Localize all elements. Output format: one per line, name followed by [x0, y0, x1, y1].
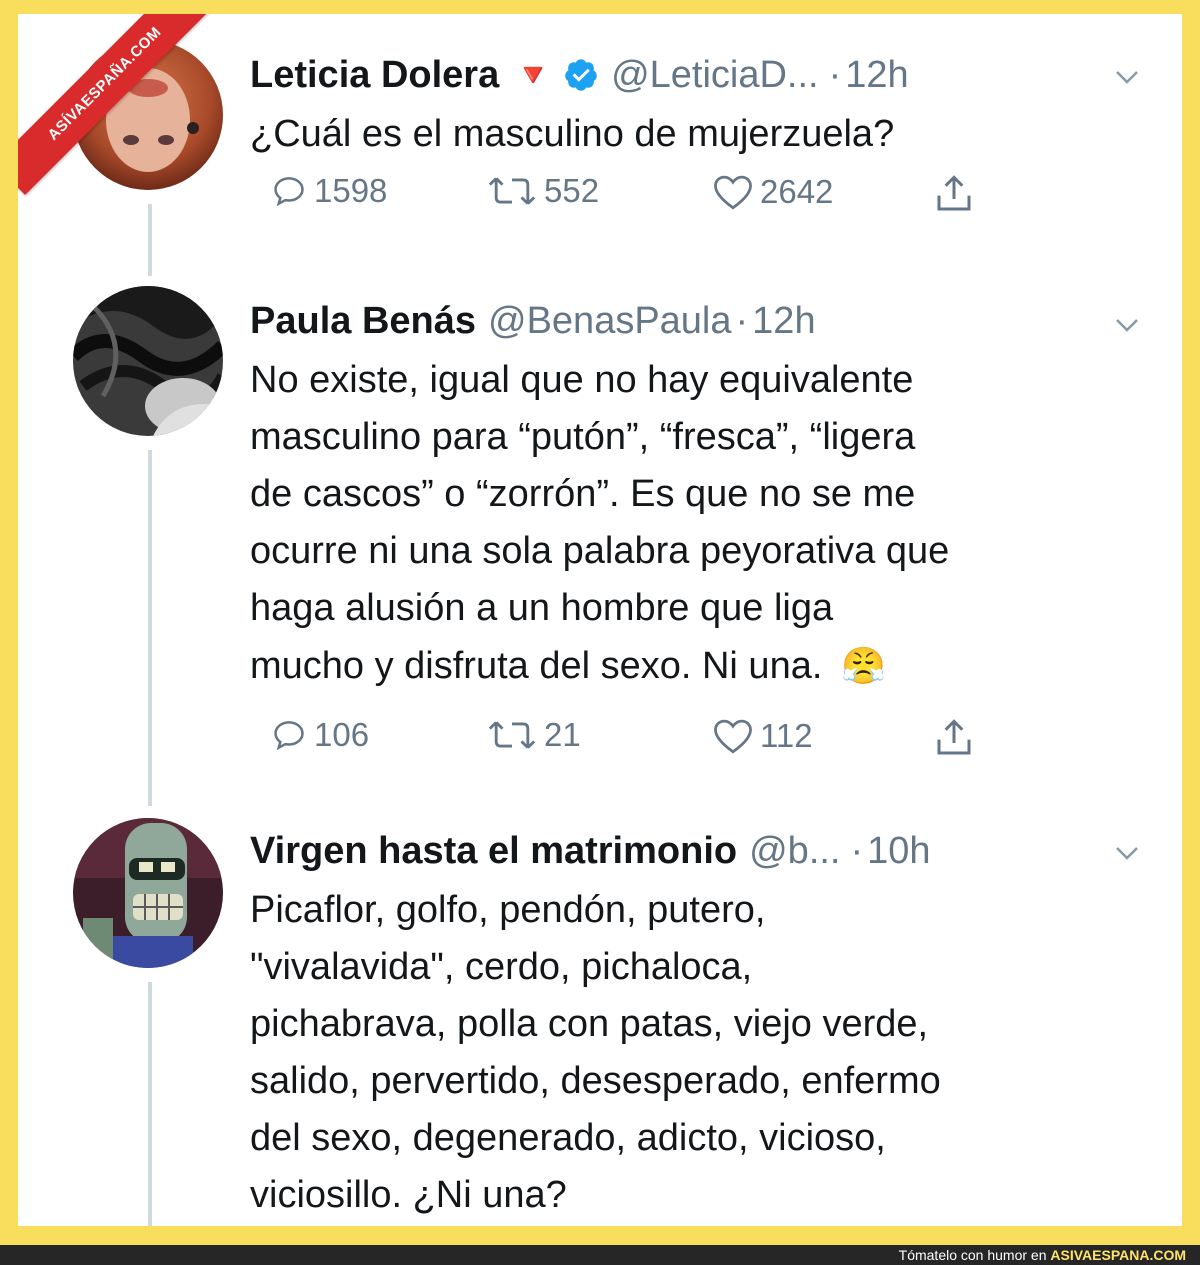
reply-count: 1598 [314, 172, 388, 209]
like-count: 112 [760, 717, 813, 754]
share-icon [937, 719, 971, 755]
like-button[interactable]: 2642 [712, 172, 833, 212]
angry-face-emoji: 😤 [840, 645, 886, 686]
retweet-count: 21 [544, 716, 581, 753]
thread-line [148, 204, 152, 276]
retweet-count: 552 [544, 172, 600, 209]
timestamp[interactable]: 10h [867, 830, 930, 873]
separator-dot: · [850, 829, 864, 872]
separator-dot: · [735, 299, 749, 342]
verified-badge-icon [565, 59, 597, 91]
footer-site-link[interactable]: ASIVAESPANA.COM [1050, 1247, 1186, 1263]
display-name[interactable]: Paula Benás [250, 300, 476, 343]
tweet-line: mucho y disfruta del sexo. Ni una. [250, 645, 823, 687]
reply-count: 106 [314, 716, 370, 753]
like-count: 2642 [760, 173, 834, 210]
red-triangle-emoji: 🔻 [513, 57, 554, 93]
tweet-thread-card: ASÍVAESPAÑA.COM Leticia Dolera 🔻 @Letici… [18, 14, 1182, 1226]
chevron-down-icon[interactable] [1112, 62, 1142, 92]
tweet-line: ocurre ni una sola palabra peyorativa qu… [250, 530, 950, 572]
avatar-image [73, 286, 223, 436]
share-icon [937, 175, 971, 211]
timestamp[interactable]: 12h [845, 54, 908, 97]
display-name[interactable]: Leticia Dolera [250, 54, 499, 97]
user-handle[interactable]: @BenasPaula [488, 300, 732, 343]
chevron-down-icon[interactable] [1112, 838, 1142, 868]
timestamp[interactable]: 12h [752, 300, 815, 343]
display-name[interactable]: Virgen hasta el matrimonio [250, 830, 737, 873]
avatar[interactable] [73, 818, 223, 968]
user-handle[interactable]: @b... [749, 830, 840, 873]
retweet-icon [488, 177, 536, 205]
separator-dot: · [828, 53, 842, 96]
avatar-image [73, 818, 223, 968]
footer-text: Tómatelo con humor en ASIVAESPANA.COM [899, 1247, 1186, 1263]
tweet-line: viciosillo. ¿Ni una? [250, 1174, 567, 1216]
heart-icon [714, 719, 752, 754]
tweet-line: masculino para “putón”, “fresca”, “liger… [250, 416, 916, 458]
tweet-text: Picaflor, golfo, pendón, putero, "vivala… [250, 882, 1142, 1224]
tweet-line: Picaflor, golfo, pendón, putero, [250, 889, 766, 931]
tweet-line: haga alusión a un hombre que liga [250, 587, 834, 629]
tweet-line: "vivalavida", cerdo, pichaloca, [250, 946, 753, 988]
footer-prefix: Tómatelo con humor en [898, 1247, 1047, 1263]
retweet-button[interactable]: 21 [486, 716, 581, 754]
reply-button[interactable]: 1598 [270, 172, 387, 210]
chevron-down-icon[interactable] [1112, 310, 1142, 340]
heart-icon [714, 175, 752, 210]
retweet-icon [488, 721, 536, 749]
tweet-header: Virgen hasta el matrimonio @b... · 10h [250, 826, 1152, 876]
tweet-actions: 1598 552 2642 [250, 172, 1010, 222]
retweet-button[interactable]: 552 [486, 172, 599, 210]
tweet-header: Paula Benás @BenasPaula · 12h [250, 296, 1152, 346]
share-button[interactable] [934, 716, 980, 760]
watermark-footer: Tómatelo con humor en ASIVAESPANA.COM [0, 1245, 1200, 1265]
tweet-actions: 106 21 112 [250, 716, 1010, 766]
avatar[interactable] [73, 286, 223, 436]
tweet-line: ¿Cuál es el masculino de mujerzuela? [250, 113, 895, 155]
reply-button[interactable]: 106 [270, 716, 369, 754]
thread-line [148, 450, 152, 806]
tweet-line: salido, pervertido, desesperado, enfermo [250, 1060, 941, 1102]
thread-line [148, 982, 152, 1226]
tweet-line: No existe, igual que no hay equivalente [250, 359, 914, 401]
tweet-line-last: mucho y disfruta del sexo. Ni una. 😤 [250, 637, 1142, 695]
tweet-line: pichabrava, polla con patas, viejo verde… [250, 1003, 929, 1045]
user-handle[interactable]: @LeticiaD... [611, 54, 819, 97]
tweet-text: ¿Cuál es el masculino de mujerzuela? [250, 106, 1142, 163]
tweet-header: Leticia Dolera 🔻 @LeticiaD... · 12h [250, 50, 1152, 100]
tweet-line: de cascos” o “zorrón”. Es que no se me [250, 473, 916, 515]
reply-icon [274, 721, 304, 751]
tweet-text: No existe, igual que no hay equivalente … [250, 352, 1142, 695]
share-button[interactable] [934, 172, 980, 216]
tweet-line: del sexo, degenerado, adicto, vicioso, [250, 1117, 886, 1159]
like-button[interactable]: 112 [712, 716, 813, 756]
reply-icon [274, 177, 304, 207]
